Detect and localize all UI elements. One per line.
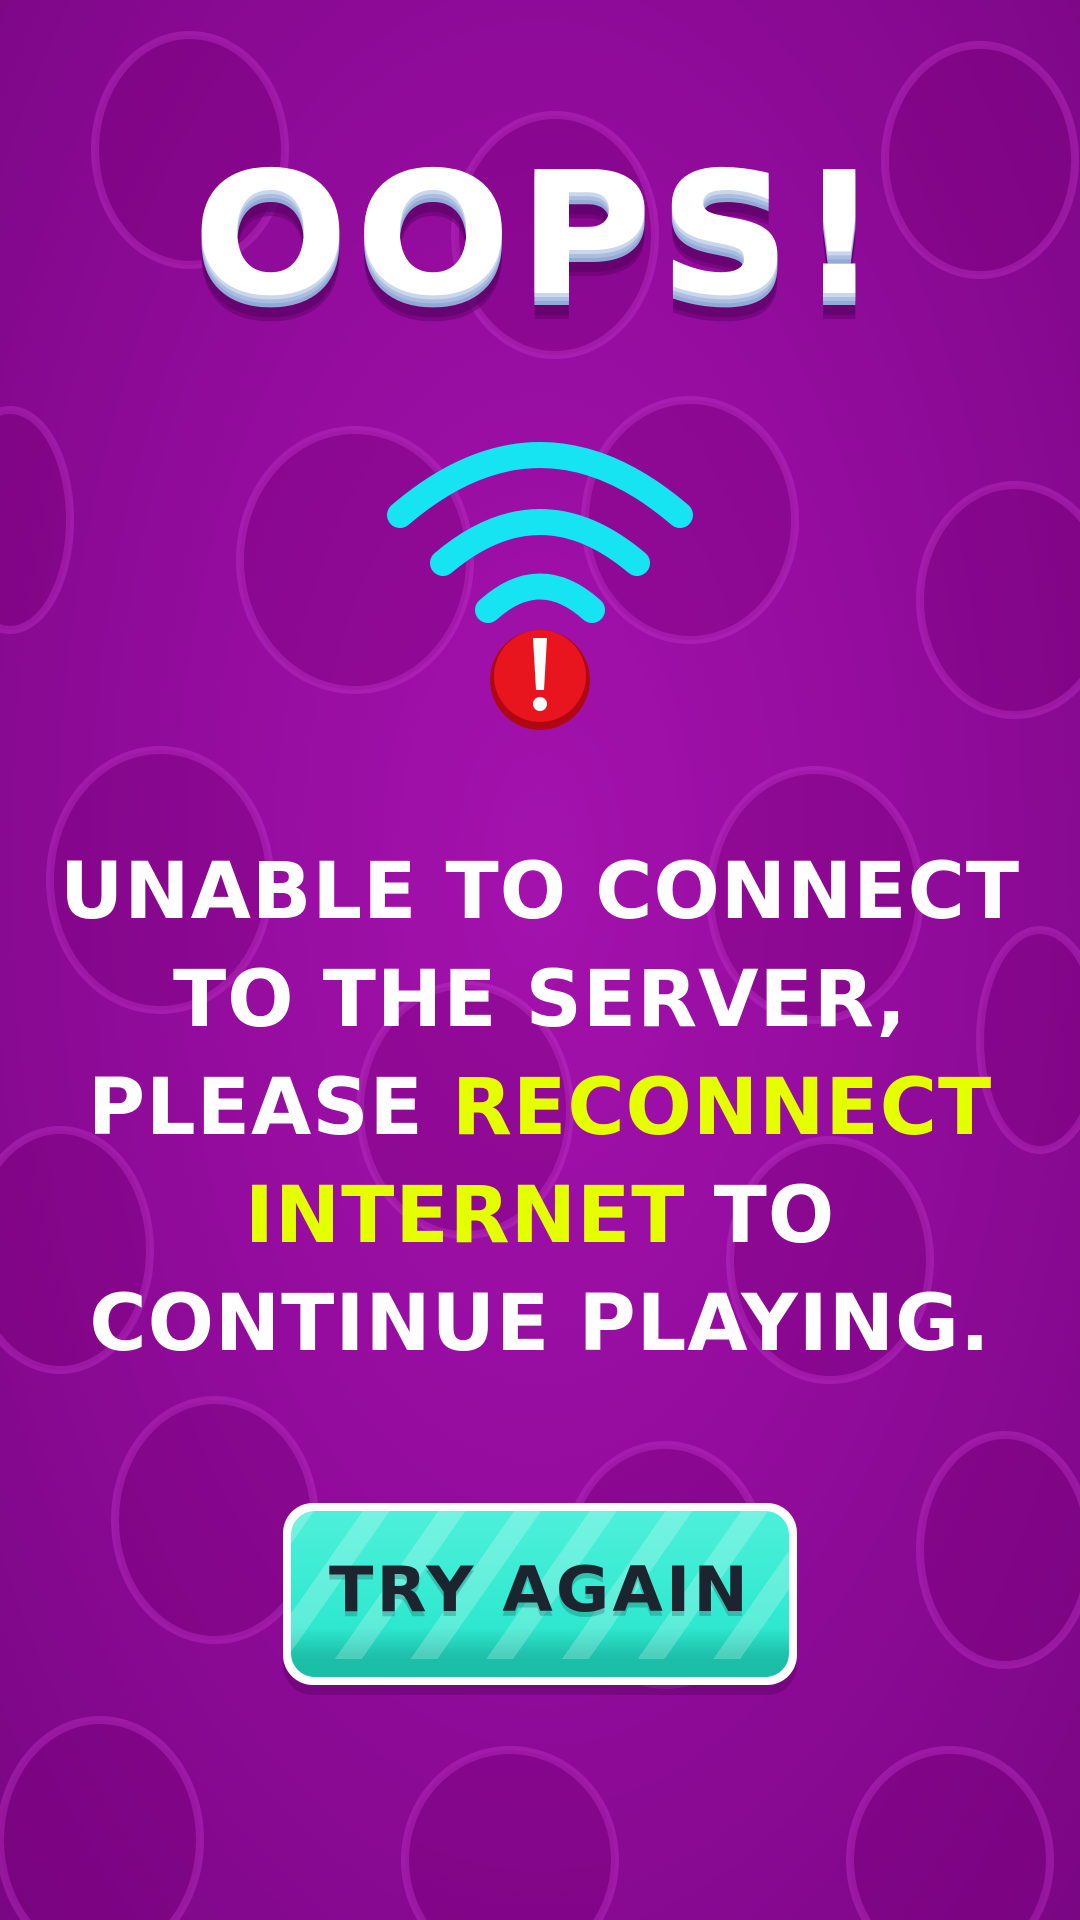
- button-ledge: [291, 1659, 789, 1677]
- message-line-4: INTERNET TO: [40, 1162, 1040, 1270]
- wifi-arc-outer: [387, 442, 693, 528]
- exclamation-icon: [490, 630, 590, 730]
- game-screen: OOPS! UNABLE TO CONNECT TO THE SERVER, P…: [0, 0, 1080, 1920]
- message-line-5: CONTINUE PLAYING.: [89, 1279, 991, 1369]
- message-line-1: UNABLE TO CONNECT: [59, 847, 1021, 937]
- message-line-2: TO THE SERVER,: [173, 955, 907, 1045]
- bg-face-decoration: [0, 1716, 204, 1920]
- bg-face-decoration: [916, 1431, 1080, 1669]
- wifi-arc-inner: [475, 573, 605, 623]
- try-again-button-face[interactable]: TRY AGAIN: [291, 1511, 789, 1677]
- wifi-arc-middle: [430, 509, 650, 576]
- bg-face-decoration: [401, 1746, 619, 1920]
- bg-face-decoration: [0, 406, 74, 634]
- message-to-text: TO: [685, 1171, 836, 1261]
- bg-face-decoration: [916, 481, 1080, 719]
- connection-error-message: UNABLE TO CONNECT TO THE SERVER, PLEASE …: [40, 838, 1040, 1378]
- message-please-text: PLEASE: [87, 1063, 452, 1153]
- message-internet-highlight: INTERNET: [244, 1171, 686, 1261]
- bg-face-decoration: [846, 1746, 1054, 1920]
- wifi-icon: [387, 442, 693, 730]
- message-reconnect-highlight: RECONNECT: [451, 1063, 993, 1153]
- oops-title: OOPS!: [192, 136, 888, 334]
- try-again-label: TRY AGAIN: [328, 1553, 752, 1626]
- try-again-button[interactable]: TRY AGAIN: [283, 1503, 797, 1685]
- message-line-3: PLEASE RECONNECT: [40, 1054, 1040, 1162]
